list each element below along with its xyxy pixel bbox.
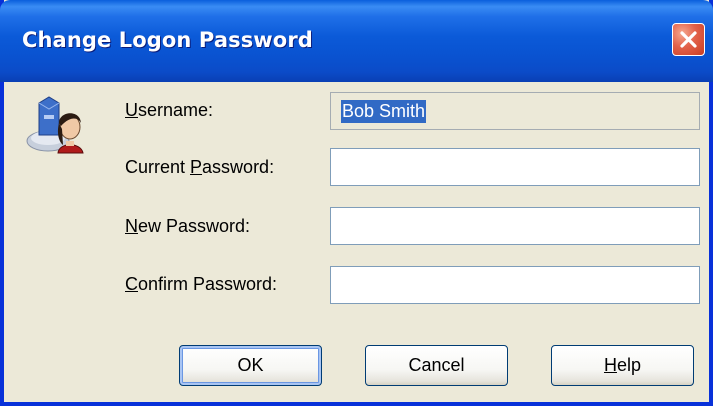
current-password-label: Current Password: [125, 157, 275, 177]
username-label: Username: [125, 100, 214, 120]
confirm-password-field[interactable] [330, 266, 700, 304]
ok-button[interactable]: OK [179, 345, 322, 386]
confirm-password-label: Confirm Password: [125, 274, 278, 294]
user-key-icon [26, 96, 84, 154]
current-password-field[interactable] [330, 148, 700, 186]
username-value[interactable]: Bob Smith [341, 100, 427, 123]
close-x-icon [680, 31, 697, 48]
help-button[interactable]: Help [551, 345, 694, 386]
cancel-button[interactable]: Cancel [365, 345, 508, 386]
new-password-field[interactable] [330, 207, 700, 245]
new-password-label: New Password: [125, 216, 251, 236]
dialog-title: Change Logon Password [22, 28, 313, 52]
title-bar[interactable]: Change Logon Password [0, 0, 713, 82]
close-button[interactable] [672, 23, 705, 56]
change-password-dialog: Change Logon Password Username: Bob Smit… [0, 0, 713, 406]
